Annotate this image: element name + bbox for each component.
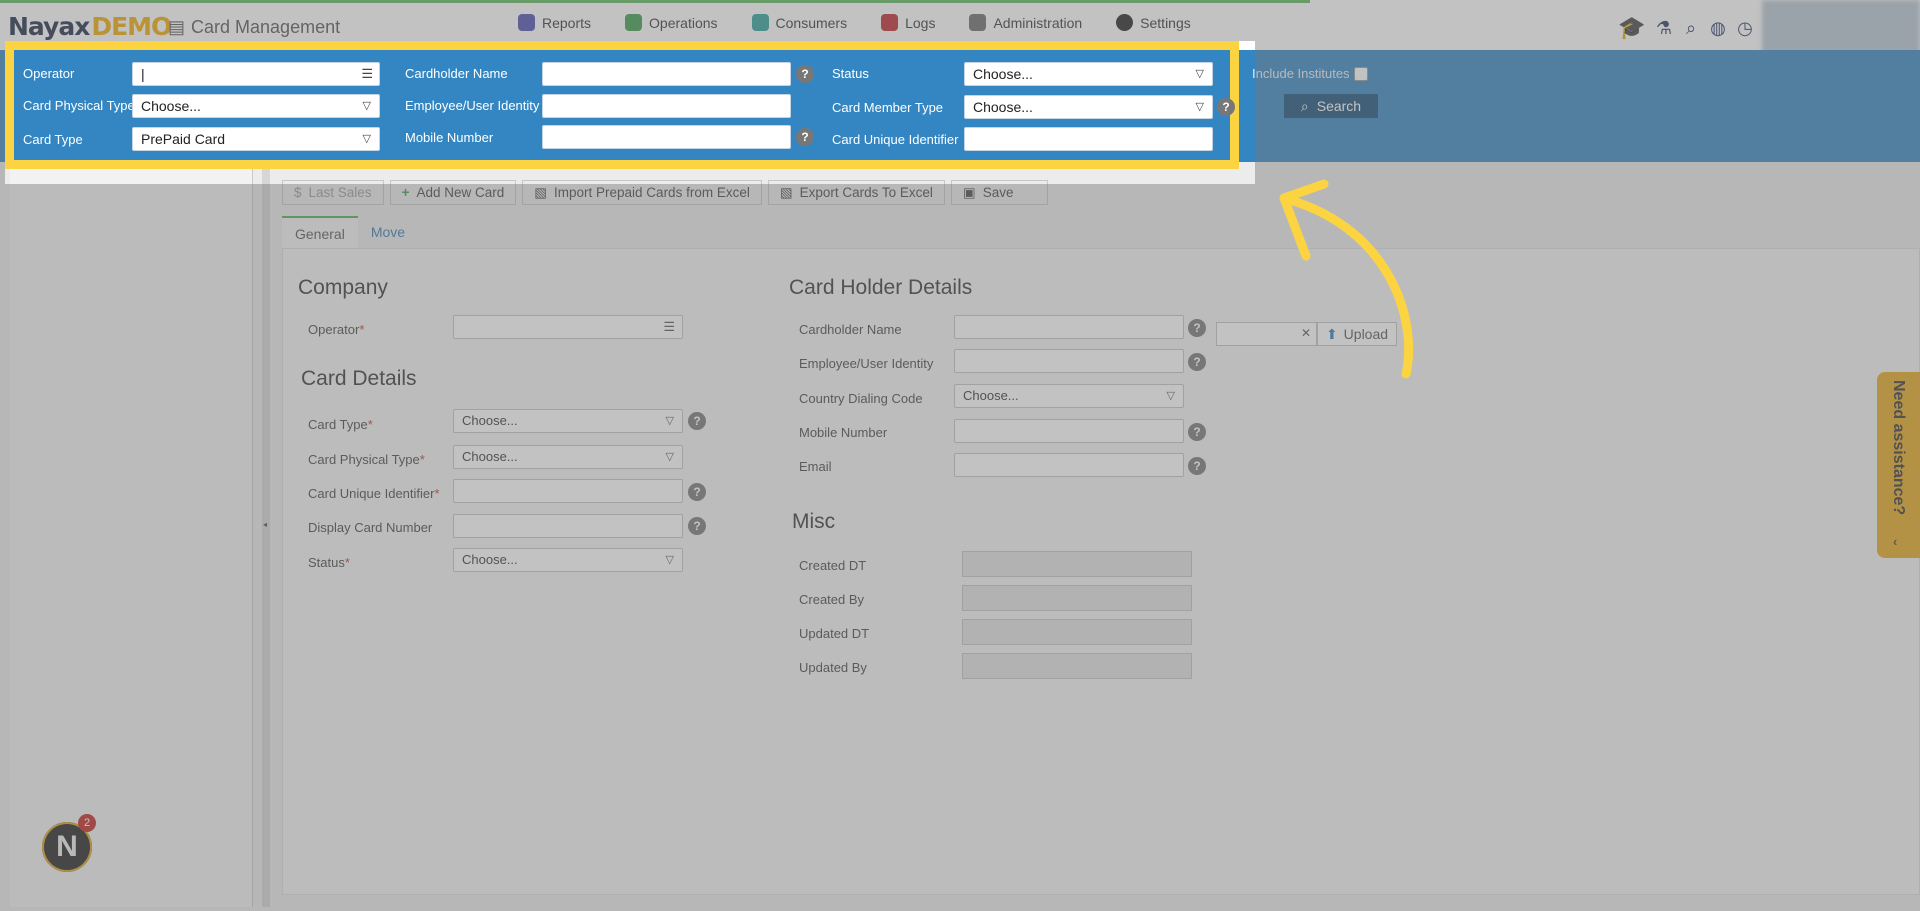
chevron-down-icon: ▽ xyxy=(1195,68,1204,80)
filter-card-type-value: PrePaid Card xyxy=(141,131,226,147)
filter-mobile-number-label: Mobile Number xyxy=(405,130,494,145)
filter-mobile-number-input[interactable] xyxy=(542,125,791,149)
filter-card-physical-type-label: Card Physical Type xyxy=(23,98,135,113)
filter-card-member-type-label: Card Member Type xyxy=(832,100,944,115)
help-icon[interactable]: ? xyxy=(796,128,814,146)
filter-employee-identity-input[interactable] xyxy=(542,94,791,118)
filter-card-unique-identifier-label: Card Unique Identifier xyxy=(832,132,959,147)
filter-status-value: Choose... xyxy=(973,66,1033,82)
filter-operator-label: Operator xyxy=(23,66,75,81)
dim-overlay-bottom xyxy=(0,184,1920,911)
arrow-head xyxy=(1279,179,1329,261)
filter-status-label: Status xyxy=(832,66,869,81)
filter-cardholder-name-label: Cardholder Name xyxy=(405,66,508,81)
arrow-curve xyxy=(1285,195,1414,379)
filter-card-physical-type-value: Choose... xyxy=(141,98,201,114)
annotation-arrow xyxy=(1279,179,1414,379)
chevron-down-icon: ▽ xyxy=(362,133,371,145)
filter-card-member-type-select[interactable]: Choose... ▽ xyxy=(964,95,1213,119)
dim-overlay-right xyxy=(1255,41,1920,184)
chevron-down-icon: ▽ xyxy=(362,100,371,112)
highlighted-filter-panel: Operator | ☰ Card Physical Type Choose...… xyxy=(5,41,1239,169)
filter-card-type-label: Card Type xyxy=(23,132,83,147)
filter-card-member-type-value: Choose... xyxy=(973,99,1033,115)
filter-status-select[interactable]: Choose... ▽ xyxy=(964,62,1213,86)
filter-operator-value: | xyxy=(141,66,145,82)
dim-overlay-top xyxy=(0,0,1920,41)
filter-card-unique-identifier-input[interactable] xyxy=(964,127,1213,151)
help-icon[interactable]: ? xyxy=(796,65,814,83)
filter-operator-input[interactable]: | ☰ xyxy=(132,62,380,86)
filter-cardholder-name-input[interactable] xyxy=(542,62,791,86)
list-icon[interactable]: ☰ xyxy=(361,66,373,82)
help-icon[interactable]: ? xyxy=(1217,98,1235,116)
filter-employee-identity-label: Employee/User Identity xyxy=(405,98,540,113)
filter-card-physical-type-select[interactable]: Choose... ▽ xyxy=(132,94,380,118)
chevron-down-icon: ▽ xyxy=(1195,101,1204,113)
filter-card-type-select[interactable]: PrePaid Card ▽ xyxy=(132,127,380,151)
